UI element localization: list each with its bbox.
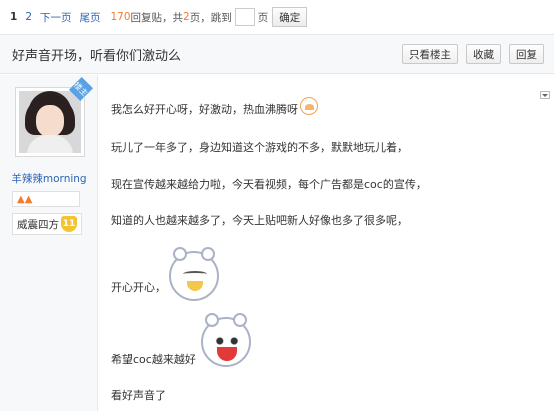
post-line: 玩儿了一年多了，身边知道这个游戏的不多，默默地玩儿着， [111, 141, 408, 154]
post-menu-arrow-icon[interactable] [540, 91, 550, 99]
member-level-bar: ▲▲ [12, 191, 80, 207]
only-owner-button[interactable]: 只看楼主 [402, 44, 458, 64]
favorite-button[interactable]: 收藏 [466, 44, 501, 64]
author-rank[interactable]: 威震四方 11 [12, 213, 82, 235]
avatar[interactable] [19, 91, 81, 153]
page-link-2[interactable]: 2 [25, 11, 32, 23]
rank-title: 威震四方 [17, 218, 59, 231]
post-line: 知道的人也越来越多了，今天上贴吧新人好像也多了很多呢， [111, 214, 408, 227]
reply-count: 170 [110, 11, 131, 23]
post-line: 开心开心， [111, 281, 166, 294]
post-line: 希望coc越来越好 [111, 353, 196, 366]
avatar-frame[interactable] [15, 87, 85, 157]
level-icon: 11 [61, 216, 77, 232]
page-unit: 页 [257, 11, 269, 24]
post-content: 我怎么好开心呀，好激动，热血沸腾呀 玩儿了一年多了，身边知道这个游戏的不多，默默… [99, 75, 554, 411]
thread-title: 好声音开场，听看你们激动么 [12, 48, 182, 64]
post-line: 我怎么好开心呀，好激动，热血沸腾呀 [111, 97, 318, 119]
pages-count: 2 [183, 11, 190, 23]
post-line: 看好声音了 [111, 389, 166, 402]
author-name[interactable]: 羊辣辣morning [0, 171, 98, 186]
pages-label: 页，跳到 [189, 11, 232, 24]
jump-ok-button[interactable]: 确定 [272, 7, 308, 27]
cake-emoji-icon [300, 97, 318, 115]
author-sidebar: 楼主 羊辣辣morning ▲▲ 威震四方 11 [0, 75, 98, 411]
post-line: 现在宣传越来越给力啦，今天看视频，每个广告都是coc的宣传， [111, 178, 427, 191]
happy-sticker-icon [169, 247, 219, 301]
last-page-link[interactable]: 尾页 [80, 10, 101, 25]
next-page-link[interactable]: 下一页 [40, 10, 72, 25]
avatar-body [27, 135, 73, 153]
page-current: 1 [10, 11, 18, 23]
jump-page-input[interactable] [234, 8, 255, 26]
flame-icon: ▲▲ [17, 193, 33, 205]
pager: 1 2 下一页 尾页 170 回复贴，共 2 页，跳到 页 确定 [0, 0, 554, 34]
post-text: 我怎么好开心呀，好激动，热血沸腾呀 [111, 103, 298, 116]
reply-button[interactable]: 回复 [509, 44, 544, 64]
thread-title-bar: 好声音开场，听看你们激动么 只看楼主 收藏 回复 [0, 34, 554, 74]
laughing-sticker-icon [201, 313, 251, 367]
avatar-face [36, 105, 64, 137]
reply-label: 回复贴，共 [130, 11, 184, 24]
